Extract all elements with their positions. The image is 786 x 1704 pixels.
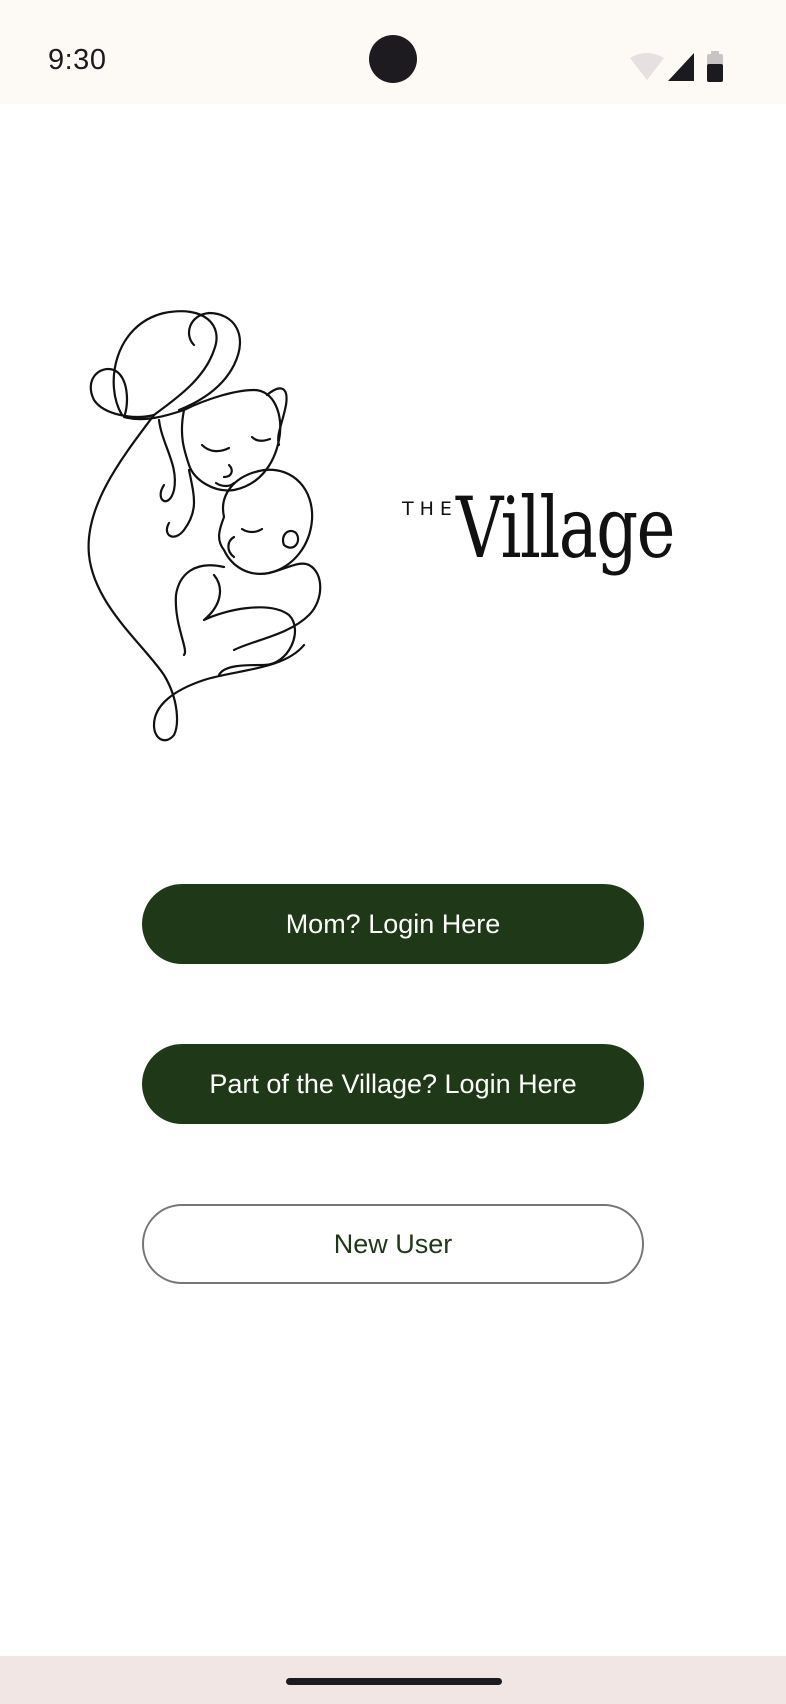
village-login-button[interactable]: Part of the Village? Login Here	[142, 1044, 644, 1124]
navigation-bar	[0, 1656, 786, 1704]
wifi-icon	[630, 53, 664, 80]
battery-icon	[707, 51, 723, 82]
status-time: 9:30	[48, 44, 107, 76]
status-bar: 9:30	[0, 0, 786, 104]
camera-cutout	[369, 35, 417, 83]
new-user-button[interactable]: New User	[142, 1204, 644, 1284]
logo-prefix: THE	[402, 498, 458, 520]
status-icons	[630, 51, 723, 82]
app-logo: THE Village	[84, 305, 675, 805]
cellular-signal-icon	[668, 53, 694, 81]
home-indicator[interactable]	[286, 1678, 502, 1685]
logo-name: Village	[456, 479, 675, 577]
welcome-screen: 9:30 THE Village Mom? Login Here Part of…	[0, 0, 786, 1704]
mom-login-button[interactable]: Mom? Login Here	[142, 884, 644, 964]
